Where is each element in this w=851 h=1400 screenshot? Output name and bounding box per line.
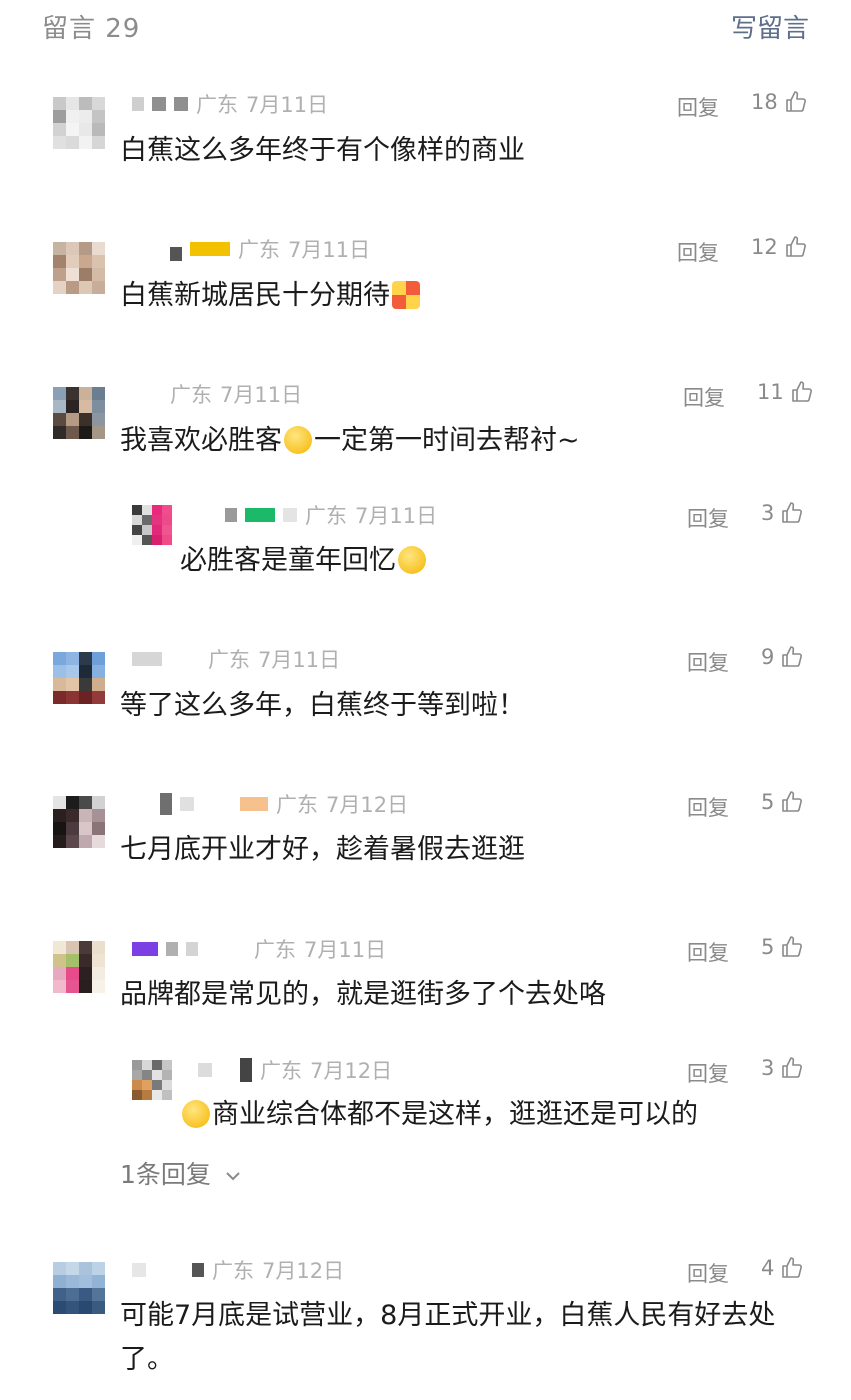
comment-date: 7月12日 [326,793,409,817]
nickname-blurred: 广东 7月12日 [132,1258,345,1283]
reply-button[interactable]: 回复 [687,792,729,822]
avatar[interactable] [132,505,172,545]
reply-text: 必胜客是童年回忆 [180,541,428,581]
comment-date: 7月11日 [246,93,329,117]
like-button[interactable]: 4 [761,1256,804,1280]
expand-replies-button[interactable]: 1条回复 [120,1155,241,1191]
comment-text: 白蕉新城居民十分期待 [120,276,422,316]
like-count: 5 [761,935,775,959]
avatar[interactable] [53,652,105,704]
thumb-up-icon [782,502,803,523]
comment-date: 7月11日 [288,238,371,262]
like-button[interactable]: 3 [761,501,804,525]
reply-button[interactable]: 回复 [687,1058,729,1088]
hand-over-mouth-face-icon [284,426,312,454]
avatar[interactable] [132,1060,172,1100]
like-count: 11 [757,380,784,404]
like-button[interactable]: 18 [751,90,808,114]
comment-text: 品牌都是常见的，就是逛街多了个去处咯 [120,979,606,1010]
comment-date: 7月11日 [304,938,387,962]
comment-text: 七月底开业才好，趁着暑假去逛逛 [120,834,525,865]
comment-location: 广东 [238,238,280,262]
comment-location: 广东 [212,1259,254,1283]
reply-button[interactable]: 回复 [687,1258,729,1288]
avatar[interactable] [53,796,105,848]
reply-button[interactable]: 回复 [683,382,725,412]
comment-location: 广东 [260,1059,302,1083]
chevron-down-icon [226,1172,240,1181]
avatar[interactable] [53,941,105,993]
flushed-face-icon [182,1100,210,1128]
comment-location: 广东 [208,648,250,672]
comment-date: 7月12日 [262,1259,345,1283]
comment-date: 7月12日 [310,1059,393,1083]
comment-text: 白蕉这么多年终于有个像样的商业 [120,135,525,166]
like-count: 5 [761,790,775,814]
comment-location: 广东 [276,793,318,817]
reply-button[interactable]: 回复 [687,937,729,967]
reply-button[interactable]: 回复 [687,503,729,533]
nickname-blurred: 广东 7月11日 [170,382,303,407]
reply-text: 商业综合体都不是这样，逛逛还是可以的 [180,1095,698,1135]
reply-button[interactable]: 回复 [677,237,719,267]
nickname-blurred: 广东 7月11日 [132,647,341,672]
comment-location: 广东 [254,938,296,962]
like-button[interactable]: 5 [761,935,804,959]
avatar[interactable] [53,387,105,439]
nickname-blurred: 广东 7月11日 [132,92,329,117]
party-popper-icon [392,281,420,309]
thumb-up-icon [782,791,803,812]
nickname-blurred: 广东 7月11日 [132,937,387,962]
nickname-blurred: 广东 7月11日 [170,237,371,262]
like-button[interactable]: 12 [751,235,808,259]
avatar[interactable] [53,1262,105,1314]
like-count: 3 [761,1056,775,1080]
like-count: 12 [751,235,778,259]
thumb-up-icon [782,646,803,667]
comment-text: 我喜欢必胜客 一定第一时间去帮衬~ [120,425,580,456]
nickname-blurred: 广东 7月11日 [225,503,438,528]
like-button[interactable]: 5 [761,790,804,814]
avatar[interactable] [53,97,105,149]
grinning-face-icon [398,546,426,574]
like-button[interactable]: 3 [761,1056,804,1080]
comment-date: 7月11日 [258,648,341,672]
comment-date: 7月11日 [355,504,438,528]
thumb-up-icon [791,381,812,402]
nickname-blurred: 广东 7月12日 [160,792,409,817]
like-count: 3 [761,501,775,525]
like-count: 4 [761,1256,775,1280]
comment-count: 留言 29 [42,14,141,44]
nickname-blurred: 广东 7月12日 [198,1058,393,1083]
avatar[interactable] [53,242,105,294]
like-button[interactable]: 9 [761,645,804,669]
comment-location: 广东 [170,383,212,407]
like-count: 18 [751,90,778,114]
thumb-up-icon [782,936,803,957]
comment-date: 7月11日 [220,383,303,407]
like-count: 9 [761,645,775,669]
write-comment-button[interactable]: 写留言 [731,8,809,45]
thumb-up-icon [785,91,806,112]
reply-button[interactable]: 回复 [677,92,719,122]
thumb-up-icon [785,236,806,257]
like-button[interactable]: 11 [757,380,814,404]
reply-button[interactable]: 回复 [687,647,729,677]
thumb-up-icon [782,1057,803,1078]
thumb-up-icon [782,1257,803,1278]
comment-text: 等了这么多年，白蕉终于等到啦！ [120,690,525,721]
comment-location: 广东 [196,93,238,117]
comment-location: 广东 [305,504,347,528]
comment-text: 可能7月底是试营业，8月正式开业，白蕉人民有好去处了。 [120,1300,776,1375]
